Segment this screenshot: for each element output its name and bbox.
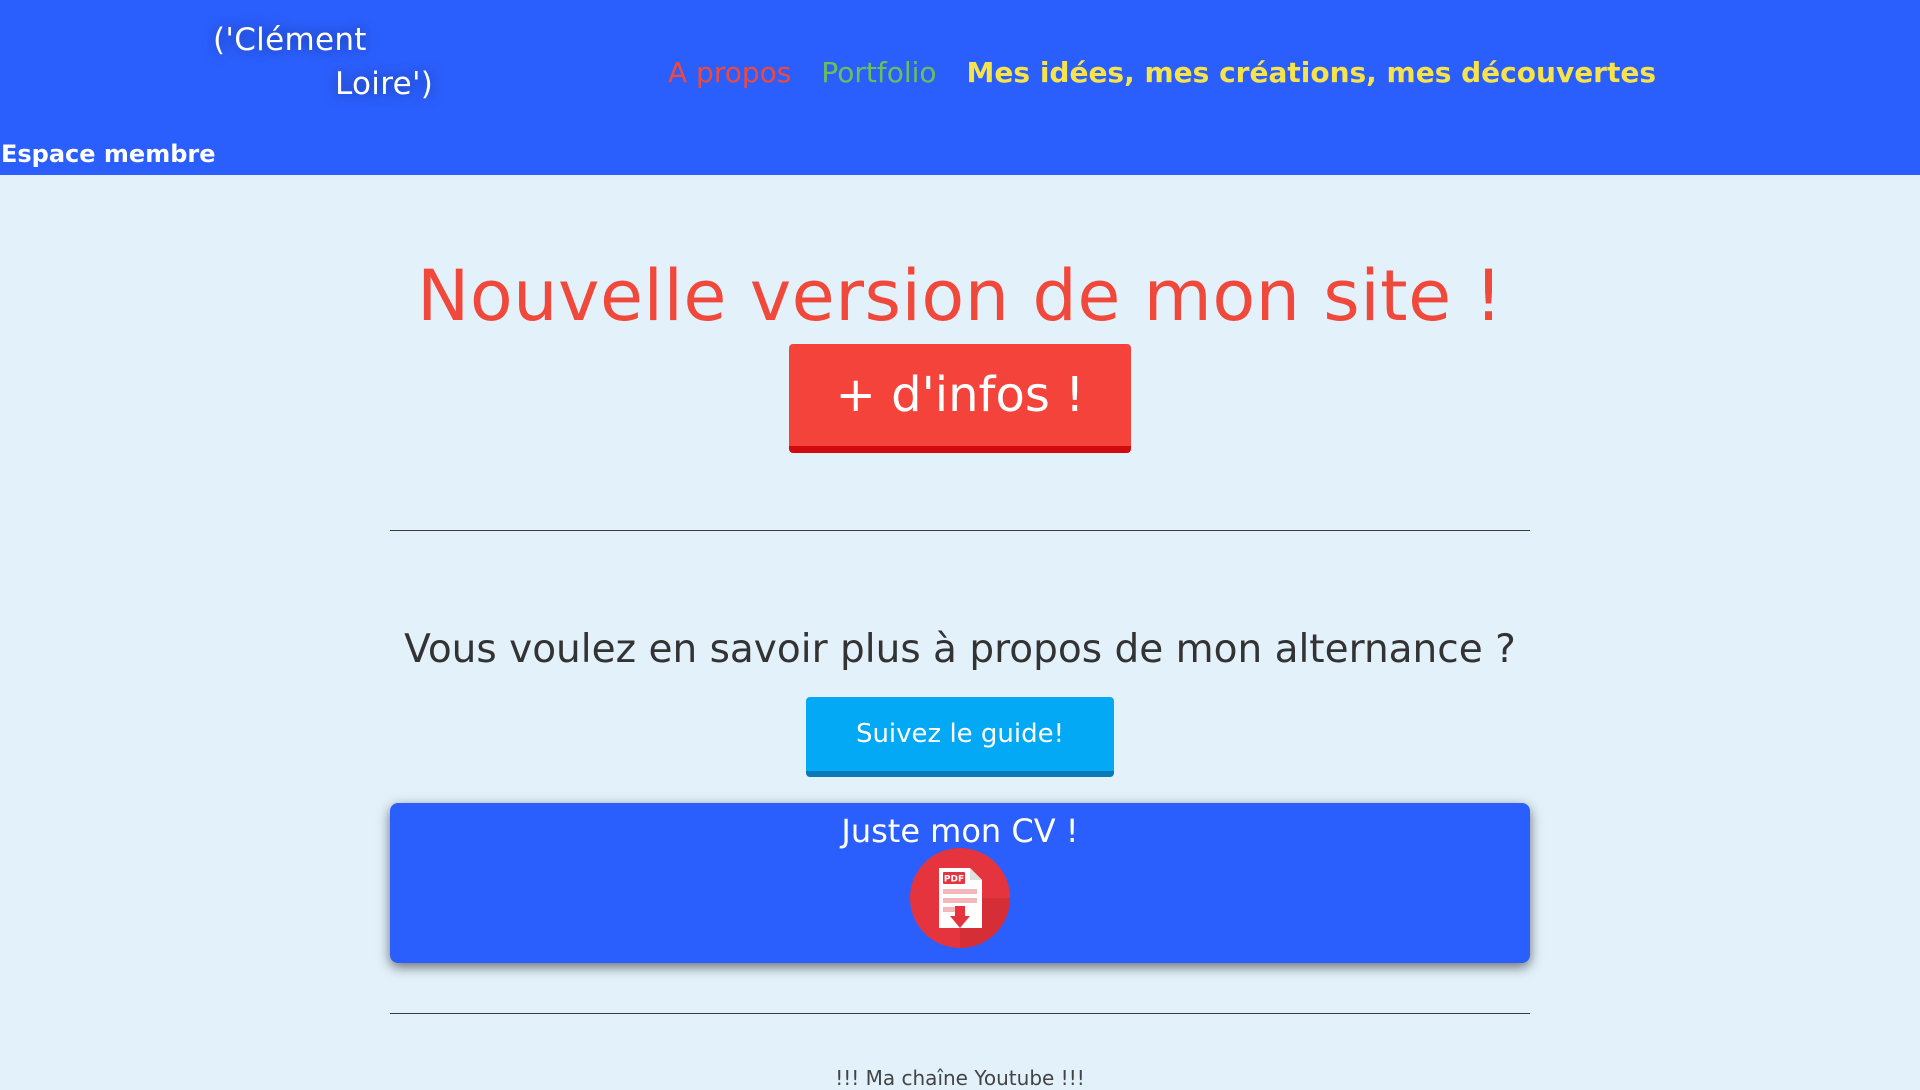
member-area-link[interactable]: Espace membre	[1, 140, 216, 168]
follow-guide-button[interactable]: Suivez le guide!	[806, 697, 1114, 777]
apprenticeship-question: Vous voulez en savoir plus à propos de m…	[404, 627, 1516, 672]
youtube-link[interactable]: !!! Ma chaîne Youtube !!!	[0, 1066, 1920, 1090]
nav-link-ideas[interactable]: Mes idées, mes créations, mes découverte…	[967, 56, 1657, 89]
site-header: ('Clément Loire') A propos Portfolio Mes…	[0, 0, 1920, 134]
logo-line-1: ('Clément	[213, 22, 367, 58]
nav-link-portfolio[interactable]: Portfolio	[821, 56, 936, 89]
cv-card: Juste mon CV ! PDF	[390, 803, 1530, 963]
member-bar: Espace membre	[0, 134, 1920, 175]
site-logo[interactable]: ('Clément Loire')	[213, 18, 433, 106]
divider-bottom	[390, 1013, 1530, 1014]
logo-line-2: Loire')	[335, 66, 434, 102]
cv-title: Juste mon CV !	[841, 812, 1079, 850]
page-headline: Nouvelle version de mon site !	[416, 255, 1504, 337]
more-info-button[interactable]: + d'infos !	[789, 344, 1131, 453]
nav-link-a-propos[interactable]: A propos	[668, 56, 791, 89]
divider-top	[390, 530, 1530, 531]
pdf-download-icon[interactable]: PDF	[910, 848, 1010, 948]
pdf-label: PDF	[944, 875, 964, 885]
main-nav: A propos Portfolio Mes idées, mes créati…	[668, 56, 1656, 89]
